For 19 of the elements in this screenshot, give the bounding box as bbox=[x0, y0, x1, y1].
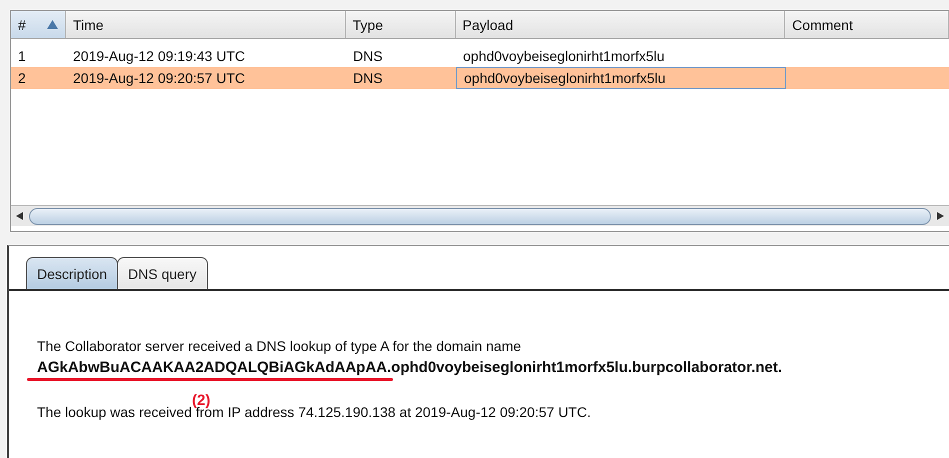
table-cell-text: 1 bbox=[17, 47, 27, 66]
description-text: The Collaborator server received a DNS lookup of type A for the domain name bbox=[37, 338, 522, 354]
table-cell: ophd0voybeiseglonirht1morfx5lu bbox=[456, 67, 786, 89]
column-header[interactable]: Payload bbox=[456, 11, 786, 38]
scrollbar-thumb[interactable] bbox=[29, 208, 931, 224]
table-cell-text: 2019-Aug-12 09:19:43 UTC bbox=[72, 47, 246, 66]
column-header[interactable]: Comment bbox=[785, 11, 949, 38]
column-header[interactable]: Type bbox=[346, 11, 456, 38]
table-cell-text: 2019-Aug-12 09:20:57 UTC bbox=[72, 69, 246, 88]
table-cell-text: ophd0voybeiseglonirht1morfx5lu bbox=[462, 47, 666, 66]
tab[interactable]: Description bbox=[26, 257, 118, 289]
table-cell-text: 2 bbox=[17, 69, 27, 88]
column-header[interactable]: # bbox=[11, 11, 66, 38]
tab[interactable]: DNS query bbox=[117, 257, 208, 289]
column-header[interactable]: Time bbox=[66, 11, 346, 38]
domain-name-text: AGkAbwBuACAAKAA2ADQALQBiAGkAdAApAA.ophd0voybeiseglonirht1morfx5lu.burpcollaborator.net. bbox=[37, 359, 949, 376]
table-cell-text: DNS bbox=[352, 47, 384, 66]
selected-row-highlight[interactable]: 2 2019-Aug-12 09:20:57 UTC DNS ophd0voybeiseglonirht1morfx5lu bbox=[11, 67, 949, 89]
table-cell-text: DNS bbox=[352, 69, 384, 88]
